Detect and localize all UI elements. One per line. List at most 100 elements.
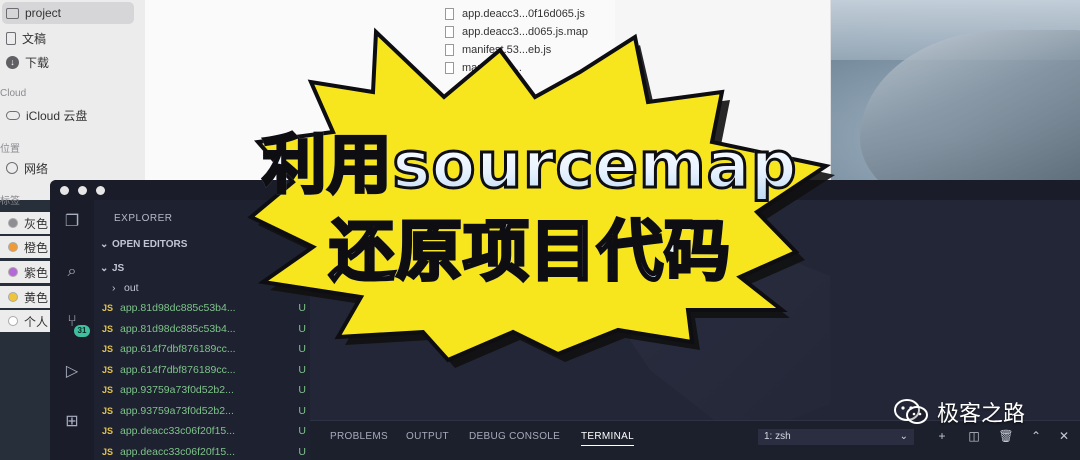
explorer-file-item[interactable]: JS app.81d98dc885c53b4... U bbox=[94, 319, 310, 339]
tab-problems[interactable]: PROBLEMS bbox=[330, 431, 388, 442]
js-file-icon: JS bbox=[102, 364, 114, 375]
activity-bar: ❐ ⌕ ⑂ 31 ▷ ⊞ bbox=[50, 200, 94, 460]
file-name: app.81d98dc885c53b4... bbox=[120, 302, 236, 314]
file-name: manifest.5... bbox=[462, 61, 522, 74]
git-status-untracked: U bbox=[298, 302, 306, 314]
js-file-icon: JS bbox=[102, 426, 114, 436]
sidebar-item-label: project bbox=[25, 6, 62, 20]
explorer-file-item[interactable]: JS app.614f7dbf876189cc... U bbox=[94, 360, 310, 380]
sidebar-item-label: 下载 bbox=[25, 55, 50, 70]
folder-icon bbox=[6, 7, 19, 19]
sidebar-item-documents[interactable]: 文稿 bbox=[6, 27, 46, 49]
file-name: app.93759a73f0d52b2... bbox=[120, 404, 234, 417]
git-status-untracked: U bbox=[298, 384, 306, 396]
tag-color-dot bbox=[8, 267, 18, 277]
sidebar-item-tag[interactable]: 黄色 bbox=[0, 286, 50, 308]
sidebar-heading-cloud: Cloud bbox=[0, 88, 27, 99]
js-file-icon: JS bbox=[102, 323, 114, 334]
sidebar-item-icloud[interactable]: iCloud 云盘 bbox=[6, 104, 87, 126]
chevron-down-icon: ⌄ bbox=[899, 431, 908, 442]
explorer-file-item[interactable]: JS app.93759a73f0d52b2... U bbox=[94, 380, 310, 400]
source-control-badge: 31 bbox=[74, 325, 90, 337]
sidebar-item-project[interactable]: project bbox=[2, 2, 134, 24]
js-file-icon: JS bbox=[102, 344, 114, 354]
sidebar-item-label: 黄色 bbox=[24, 290, 49, 305]
sidebar-item-label: 橙色 bbox=[24, 240, 49, 255]
chevron-up-icon[interactable]: ⌃ bbox=[1028, 429, 1044, 443]
sidebar-item-tag[interactable]: 灰色 bbox=[0, 212, 50, 234]
split-terminal-icon[interactable]: ◫ bbox=[966, 429, 982, 443]
tag-color-dot bbox=[8, 218, 18, 228]
sidebar-item-label: iCloud 云盘 bbox=[26, 108, 88, 123]
file-item[interactable]: manifest.5... bbox=[445, 59, 522, 76]
new-terminal-icon[interactable]: + bbox=[934, 429, 950, 443]
terminal-select-value: 1: zsh bbox=[764, 431, 791, 442]
files-icon[interactable]: ❐ bbox=[62, 212, 82, 232]
git-status-untracked: U bbox=[298, 445, 306, 458]
extensions-icon[interactable]: ⊞ bbox=[62, 412, 82, 432]
js-file-icon: JS bbox=[102, 385, 114, 395]
explorer-file-item[interactable]: JS app.93759a73f0d52b2... U bbox=[94, 401, 310, 421]
finder-sidebar: project 文稿 ↓ 下载 Cloud iCloud 云盘 位置 网络 标签 bbox=[0, 0, 146, 207]
sidebar-item-label: 紫色 bbox=[24, 265, 49, 280]
file-icon bbox=[445, 43, 454, 56]
zoom-window-button[interactable] bbox=[96, 186, 105, 195]
explorer-file-item[interactable]: JS app.deacc33c06f20f15... U bbox=[94, 442, 310, 460]
headline-line-1: 利用sourcemap bbox=[261, 128, 798, 205]
sidebar-item-tag[interactable]: 橙色 bbox=[0, 236, 50, 258]
file-name: app.614f7dbf876189cc... bbox=[120, 363, 236, 376]
document-icon bbox=[6, 31, 16, 45]
file-name: app.deacc3...0f16d065.js bbox=[462, 7, 585, 20]
file-name: app.deacc3...d065.js.map bbox=[462, 25, 588, 38]
explorer-file-item[interactable]: JS app.deacc33c06f20f15... U bbox=[94, 421, 310, 441]
sidebar-item-downloads[interactable]: ↓ 下载 bbox=[6, 51, 49, 73]
folder-label: out bbox=[124, 282, 139, 294]
git-status-untracked: U bbox=[298, 425, 306, 437]
file-name: app.deacc33c06f20f15... bbox=[120, 445, 236, 458]
sidebar-item-label: 个人 bbox=[24, 314, 49, 329]
git-status-untracked: U bbox=[298, 404, 306, 417]
search-icon[interactable]: ⌕ bbox=[62, 262, 82, 282]
terminal-select[interactable]: 1: zsh ⌄ bbox=[758, 429, 914, 445]
close-window-button[interactable] bbox=[60, 186, 69, 195]
file-name: app.deacc33c06f20f15... bbox=[120, 425, 236, 437]
section-label: OPEN EDITORS bbox=[112, 238, 188, 250]
globe-icon bbox=[6, 162, 18, 174]
tab-debug-console[interactable]: DEBUG CONSOLE bbox=[469, 431, 560, 442]
tab-terminal[interactable]: TERMINAL bbox=[581, 431, 634, 446]
explorer-file-item[interactable]: JS app.614f7dbf876189cc... U bbox=[94, 339, 310, 359]
trash-icon[interactable]: 🗑 bbox=[998, 429, 1014, 443]
git-status-untracked: U bbox=[298, 322, 306, 335]
headline-line-2: 还原项目代码 bbox=[328, 212, 732, 292]
explorer-file-item[interactable]: JS app.81d98dc885c53b4... U bbox=[94, 298, 310, 318]
wechat-watermark: 极客之路 bbox=[893, 396, 1025, 428]
sidebar-item-tag[interactable]: 个人 bbox=[0, 310, 50, 332]
file-item[interactable]: app.deacc3...0f16d065.js bbox=[445, 5, 585, 22]
file-icon bbox=[445, 61, 454, 74]
minimize-window-button[interactable] bbox=[78, 186, 87, 195]
file-name: app.614f7dbf876189cc... bbox=[120, 343, 236, 355]
sidebar-heading-locations: 位置 bbox=[0, 144, 20, 155]
tag-color-dot bbox=[8, 316, 18, 326]
file-item[interactable]: manifest.53...eb.js bbox=[445, 41, 551, 58]
finder-column bbox=[145, 0, 236, 200]
chevron-down-icon: ⌄ bbox=[100, 238, 109, 250]
file-name: manifest.53...eb.js bbox=[462, 43, 552, 56]
git-status-untracked: U bbox=[298, 343, 306, 355]
file-item[interactable]: app.deacc3...d065.js.map bbox=[445, 23, 588, 40]
sidebar-item-label: 网络 bbox=[24, 161, 49, 176]
wechat-icon bbox=[894, 399, 928, 424]
tag-color-dot bbox=[8, 242, 18, 252]
tab-output[interactable]: OUTPUT bbox=[406, 431, 449, 442]
file-icon bbox=[445, 7, 454, 20]
run-debug-icon[interactable]: ▷ bbox=[62, 362, 82, 382]
sidebar-heading-tags: 标签 bbox=[0, 196, 20, 207]
js-file-icon: JS bbox=[102, 405, 114, 416]
chevron-down-icon: ⌄ bbox=[100, 262, 109, 274]
sidebar-item-label: 文稿 bbox=[22, 31, 47, 46]
sidebar-item-network[interactable]: 网络 bbox=[6, 157, 48, 179]
close-icon[interactable]: ✕ bbox=[1056, 429, 1072, 443]
file-name: app.81d98dc885c53b4... bbox=[120, 322, 236, 335]
sidebar-item-tag[interactable]: 紫色 bbox=[0, 261, 50, 283]
chevron-right-icon: › bbox=[112, 282, 116, 294]
